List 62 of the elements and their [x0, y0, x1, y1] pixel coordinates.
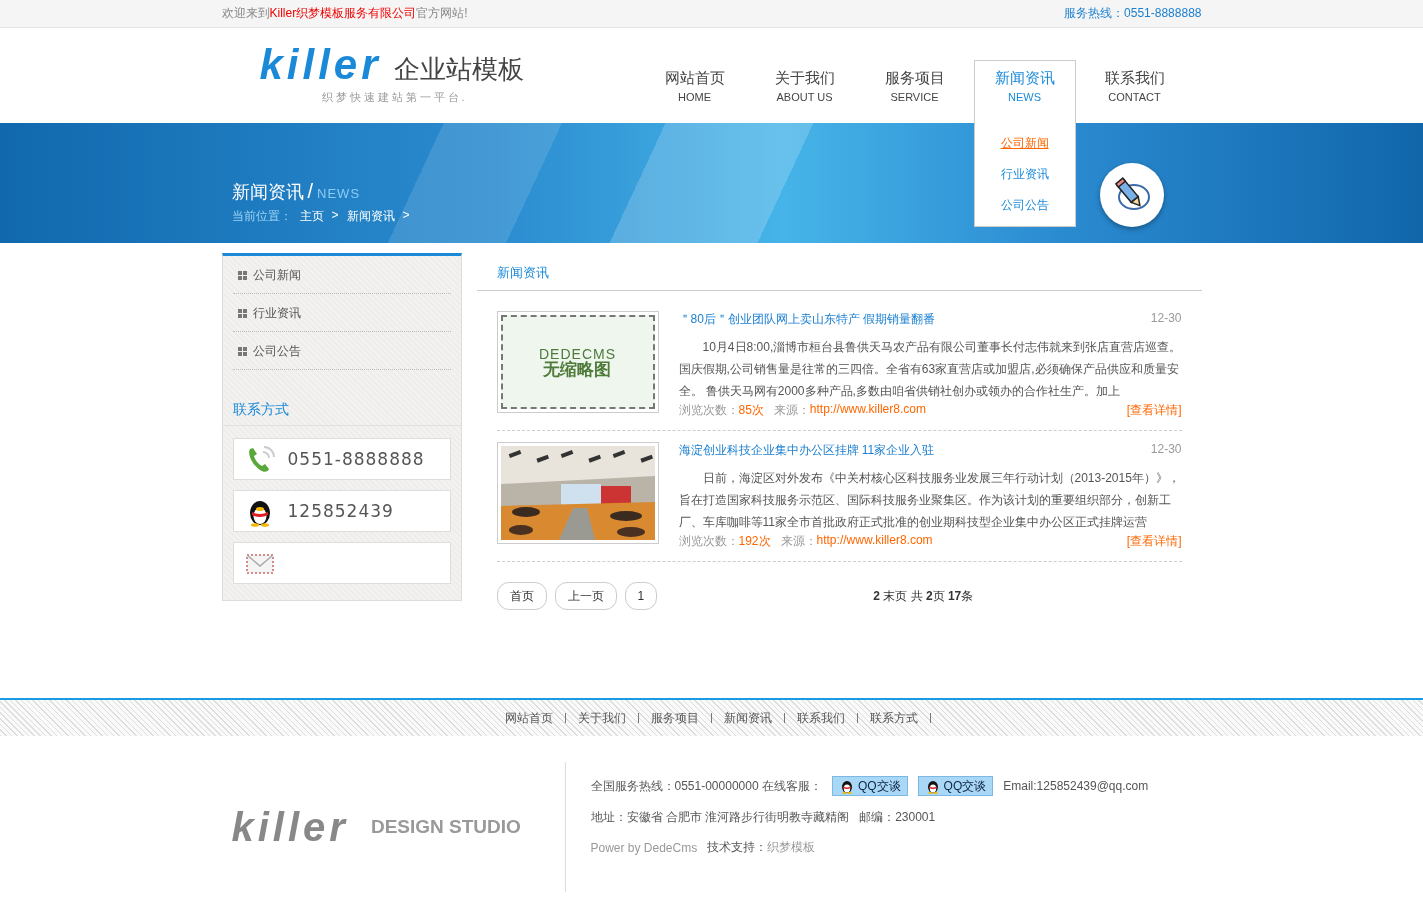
- breadcrumb-separator: >: [331, 208, 339, 224]
- grid-icon: [237, 308, 247, 318]
- grid-icon: [237, 270, 247, 280]
- grid-icon: [237, 346, 247, 356]
- logo-slogan: 织梦快速建站第一平台.: [321, 90, 469, 105]
- footer-link[interactable]: 新闻资讯: [711, 713, 785, 723]
- nav-item[interactable]: 网站首页 HOME: [639, 60, 750, 123]
- footer-wordmark: killer: [231, 804, 349, 850]
- article-summary: 10月4日8:00,淄博市桓台县鲁供天马农产品有限公司董事长付志伟就来到张店直营店巡查。国庆假期,公司销售量是往常的三四倍。全省有63家直营店或加盟店,必须确保产品供应和质量安全。 鲁供天马网有2000多种产品,多数由咱省供销社创办或领办的合作社生产。加上: [678, 339, 1182, 400]
- logo-wordmark: killer: [259, 46, 382, 84]
- nav-item[interactable]: 关于我们 ABOUT US: [749, 60, 860, 123]
- page-button[interactable]: 1: [624, 582, 658, 610]
- dropdown-item[interactable]: 行业资讯: [1000, 160, 1049, 191]
- breadcrumb-link[interactable]: 新闻资讯: [346, 208, 395, 225]
- footer-link[interactable]: 网站首页: [492, 713, 566, 723]
- contact-value: 0551-8888888: [287, 449, 425, 469]
- footer-link[interactable]: 联系方式: [857, 713, 931, 723]
- footer-link[interactable]: 关于我们: [565, 713, 639, 723]
- footer-tagline: DESIGN STUDIO: [370, 816, 521, 838]
- placeholder-caption: DEDECMS 无缩略图: [539, 346, 616, 378]
- views-label: 浏览次数：: [678, 533, 739, 550]
- footer-link[interactable]: 服务项目: [638, 713, 712, 723]
- views-count: 85次: [738, 402, 764, 419]
- article-title-link[interactable]: ＂80后＂创业团队网上卖山东特产 假期销量翻番: [678, 311, 936, 328]
- nav-item[interactable]: 联系我们 CONTACT: [1079, 60, 1190, 123]
- email-text: Email:125852439@qq.com: [1003, 779, 1149, 793]
- section-heading: 联系方式: [222, 401, 461, 426]
- breadcrumb-separator: >: [402, 208, 410, 224]
- views-label: 浏览次数：: [678, 402, 739, 419]
- sidebar-item[interactable]: 行业资讯: [232, 295, 451, 332]
- breadcrumb-link[interactable]: 主页: [299, 208, 324, 225]
- article-date: 12-30: [1150, 442, 1182, 458]
- footer-link[interactable]: 联系我们: [784, 713, 858, 723]
- section-heading: 新闻资讯: [496, 264, 549, 282]
- support-label: 技术支持：: [707, 839, 768, 856]
- sidebar-item[interactable]: 公司公告: [232, 333, 451, 370]
- title-separator: /: [307, 180, 314, 203]
- power-text: Power by DedeCms: [590, 840, 698, 855]
- article-summary: 日前，海淀区对外发布《中关村核心区科技服务业发展三年行动计划（2013-2015年）》，旨在打造国家科技服务示范区、国际科技服务业聚集区。作为该计划的重要组织部分，创新工厂、车库咖啡等11家全市首批政府正式批准的创业期科技型企业集中办公区正式挂牌运营: [678, 470, 1181, 531]
- address-text: 地址：安徽省 合肥市 淮河路步行街明教寺藏精阁: [590, 809, 850, 826]
- breadcrumb-label: 当前位置：: [231, 208, 292, 225]
- logo-title: 企业站模板: [393, 54, 524, 84]
- chat-button[interactable]: QQ交谈: [917, 776, 994, 796]
- sidebar-item[interactable]: 公司新闻: [232, 257, 451, 294]
- page-button[interactable]: 首页: [496, 582, 547, 610]
- source-label: 来源：: [780, 533, 817, 550]
- welcome-text: 欢迎来到Killer织梦模板服务有限公司官方网站!: [221, 5, 468, 22]
- page-subtitle: NEWS: [317, 186, 361, 201]
- postcode-text: 邮编：230001: [859, 809, 936, 826]
- source-label: 来源：: [773, 402, 810, 419]
- hotline-text: 全国服务热线：0551-00000000 在线客服：: [590, 777, 822, 795]
- page-title: 新闻资讯: [231, 181, 304, 204]
- chat-button[interactable]: QQ交谈: [831, 776, 908, 796]
- page-button[interactable]: 上一页: [554, 582, 617, 610]
- contact-value: 125852439: [287, 501, 394, 521]
- hotline-text: 服务热线：0551-8888888: [1064, 5, 1202, 22]
- nav-item[interactable]: 服务项目 SERVICE: [859, 60, 970, 123]
- views-count: 192次: [738, 533, 771, 550]
- dropdown-item[interactable]: 公司公告: [1000, 191, 1049, 222]
- page-info: 2 末页 共 2页 17条: [873, 587, 974, 605]
- article-title-link[interactable]: 海淀创业科技企业集中办公区挂牌 11家企业入驻: [678, 442, 935, 459]
- article-date: 12-30: [1150, 311, 1182, 327]
